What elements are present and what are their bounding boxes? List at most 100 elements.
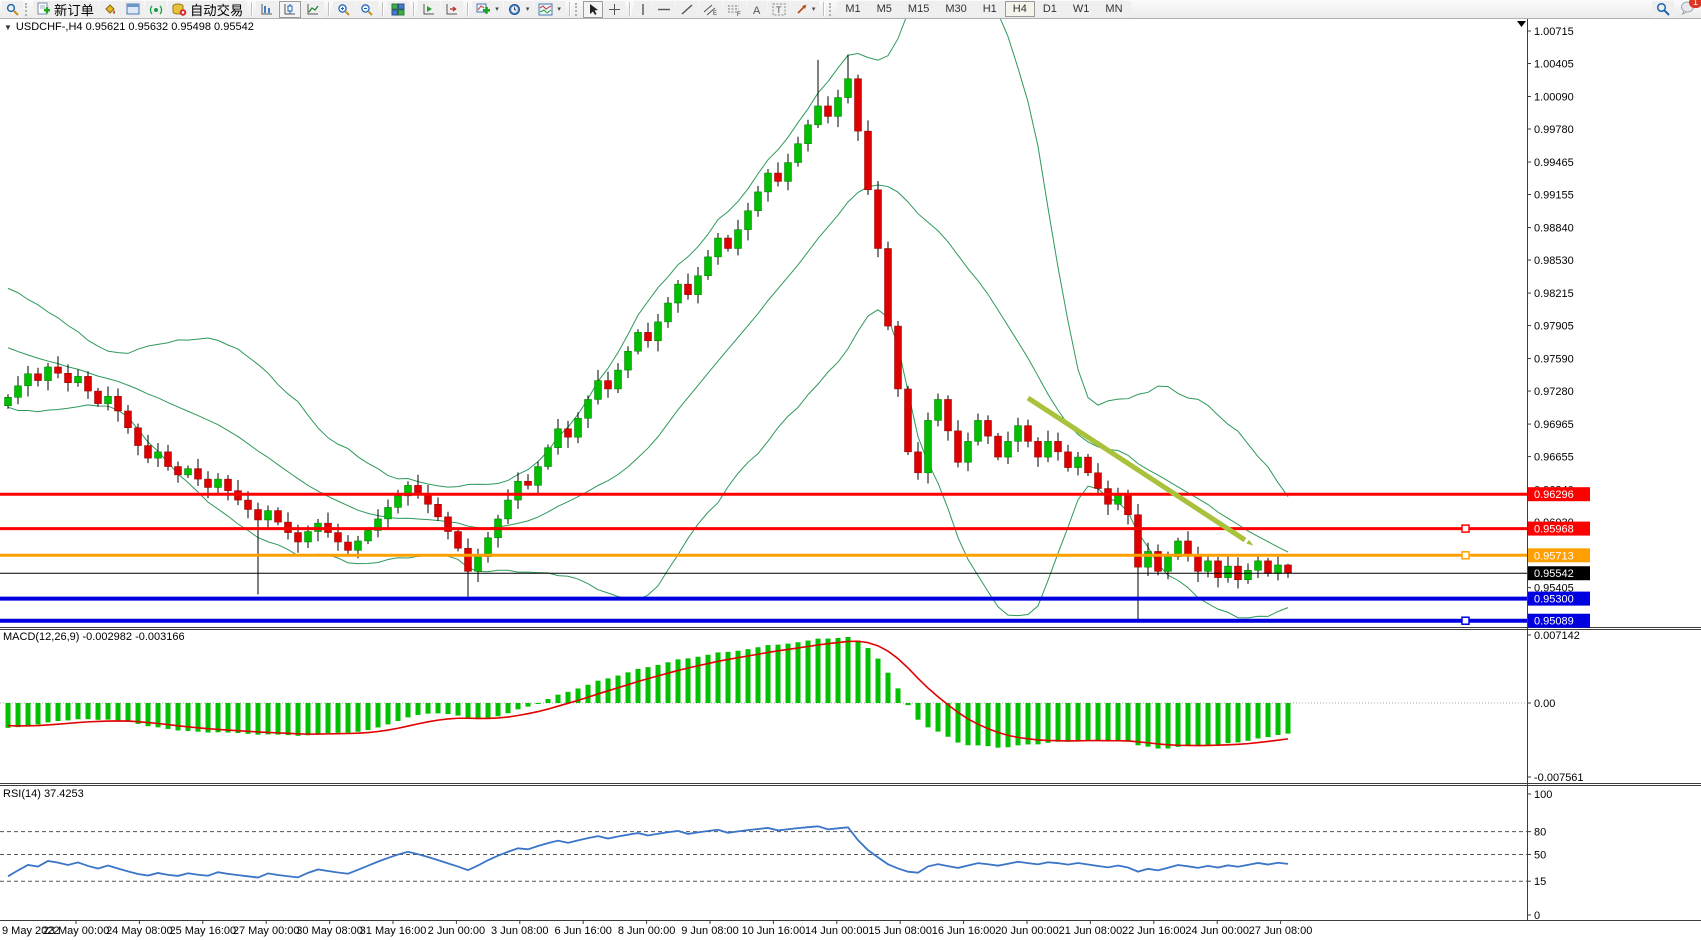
svg-text:-0.007561: -0.007561: [1534, 772, 1584, 784]
toolbar-separator: [569, 2, 570, 16]
svg-text:0.96655: 0.96655: [1534, 452, 1574, 464]
timeframe-button-h4[interactable]: H4: [1005, 1, 1035, 17]
price-tag-0.95968: 0.95968: [1528, 522, 1590, 536]
line-handle[interactable]: [1462, 525, 1469, 532]
timeframe-button-w1[interactable]: W1: [1065, 1, 1098, 17]
price-tag-0.95089: 0.95089: [1528, 614, 1590, 628]
search-icon: [1656, 2, 1670, 16]
toolbar-separator: [413, 2, 414, 16]
cursor-icon: [587, 3, 599, 16]
svg-text:0.98215: 0.98215: [1534, 288, 1574, 300]
toolbar-grip: [25, 3, 29, 16]
indicators-icon: [476, 3, 491, 16]
auto-scroll-button[interactable]: [418, 1, 440, 18]
svg-text:20 Jun 00:00: 20 Jun 00:00: [995, 925, 1059, 937]
svg-text:0.95713: 0.95713: [1534, 550, 1574, 562]
svg-text:1.00715: 1.00715: [1534, 26, 1574, 38]
chat-badge: 1: [1689, 0, 1701, 8]
cursor-tool-button[interactable]: [583, 1, 603, 18]
svg-text:0: 0: [1534, 910, 1540, 922]
trendline-tool-button[interactable]: [676, 1, 698, 18]
svg-text:50: 50: [1534, 850, 1546, 862]
svg-text:27 Jun 08:00: 27 Jun 08:00: [1249, 925, 1313, 937]
horizontal-line-tool-button[interactable]: [653, 1, 675, 18]
line-handle[interactable]: [1462, 552, 1469, 559]
zoom-in-icon: [337, 3, 351, 16]
svg-text:0.96965: 0.96965: [1534, 419, 1574, 431]
symbol-header[interactable]: ▼ USDCHF-,H4 0.95621 0.95632 0.95498 0.9…: [4, 21, 254, 33]
svg-text:6 Jun 16:00: 6 Jun 16:00: [554, 925, 612, 937]
svg-text:8 Jun 00:00: 8 Jun 00:00: [618, 925, 676, 937]
chart-canvas[interactable]: 1.007151.004051.000900.997800.994650.991…: [0, 19, 1701, 940]
trendline-icon: [680, 3, 694, 16]
svg-text:1.00405: 1.00405: [1534, 58, 1574, 70]
autotrading-button[interactable]: 自动交易: [168, 1, 247, 18]
timeframe-button-mn[interactable]: MN: [1097, 1, 1130, 17]
text-tool-button[interactable]: A: [747, 1, 767, 18]
window-icon: [126, 3, 140, 16]
svg-text:0.95968: 0.95968: [1534, 524, 1574, 536]
toolbar-grip: [575, 3, 579, 16]
toolbar-separator: [251, 2, 252, 16]
svg-text:E: E: [713, 11, 717, 16]
channel-tool-button[interactable]: E: [699, 1, 722, 18]
svg-text:0.95300: 0.95300: [1534, 594, 1574, 606]
chart-shift-button[interactable]: [441, 1, 463, 18]
dropdown-caret-icon: ▾: [557, 5, 561, 13]
zoom-in-button[interactable]: [333, 1, 355, 18]
signals-button[interactable]: [145, 1, 167, 18]
svg-text:0.95542: 0.95542: [1534, 568, 1574, 580]
search-button[interactable]: [2, 1, 23, 18]
zoom-out-icon: [360, 3, 374, 16]
svg-text:0.96296: 0.96296: [1534, 489, 1574, 501]
autotrading-label: 自动交易: [190, 0, 243, 19]
new-order-icon: [37, 2, 51, 16]
svg-text:0.95089: 0.95089: [1534, 616, 1574, 628]
svg-text:24 Jun 00:00: 24 Jun 00:00: [1185, 925, 1249, 937]
market-watch-button[interactable]: [122, 1, 144, 18]
bar-chart-mode-button[interactable]: [256, 1, 278, 18]
line-chart-mode-button[interactable]: [302, 1, 324, 18]
fibonacci-icon: F: [727, 3, 742, 16]
timeframe-button-m30[interactable]: M30: [937, 1, 974, 17]
timeframe-button-m15[interactable]: M15: [900, 1, 937, 17]
zoom-out-button[interactable]: [356, 1, 378, 18]
candle-chart-mode-button[interactable]: [279, 1, 301, 18]
svg-text:10 Jun 16:00: 10 Jun 16:00: [742, 925, 806, 937]
toolbar-separator: [328, 2, 329, 16]
svg-text:15: 15: [1534, 876, 1546, 888]
svg-text:0.97905: 0.97905: [1534, 321, 1574, 333]
autotrading-icon: [172, 3, 187, 16]
new-order-label: 新订单: [54, 0, 94, 19]
svg-text:2 Jun 00:00: 2 Jun 00:00: [428, 925, 486, 937]
toolbar-separator: [382, 2, 383, 16]
svg-text:0.99155: 0.99155: [1534, 190, 1574, 202]
crosshair-tool-button[interactable]: [604, 1, 625, 18]
timeframe-button-d1[interactable]: D1: [1035, 1, 1065, 17]
candlestick-icon: [283, 3, 297, 16]
timeframe-button-m1[interactable]: M1: [837, 1, 868, 17]
paint-bucket-icon: [103, 3, 117, 16]
svg-text:0.98530: 0.98530: [1534, 255, 1574, 267]
arrows-tool-button[interactable]: ▾: [791, 1, 820, 18]
timeframe-button-m5[interactable]: M5: [869, 1, 900, 17]
line-handle[interactable]: [1462, 617, 1469, 624]
chat-button[interactable]: 1: [1680, 1, 1695, 18]
new-order-button[interactable]: 新订单: [33, 1, 98, 18]
svg-text:27 May 00:00: 27 May 00:00: [233, 925, 300, 937]
fibonacci-tool-button[interactable]: F: [723, 1, 746, 18]
svg-text:0.99780: 0.99780: [1534, 124, 1574, 136]
templates-button[interactable]: ▾: [534, 1, 565, 18]
equidistant-channel-icon: E: [703, 3, 718, 16]
periods-button[interactable]: ▾: [504, 1, 534, 18]
timeframe-button-h1[interactable]: H1: [975, 1, 1005, 17]
tile-windows-button[interactable]: [387, 1, 409, 18]
price-tag-0.96296: 0.96296: [1528, 487, 1590, 501]
search-right-button[interactable]: [1652, 1, 1674, 18]
styler-button[interactable]: [99, 1, 121, 18]
indicators-button[interactable]: ▾: [472, 1, 503, 18]
dropdown-caret-icon: ▾: [495, 5, 499, 13]
toolbar-separator: [467, 2, 468, 16]
vertical-line-tool-button[interactable]: [634, 1, 652, 18]
text-label-tool-button[interactable]: T: [768, 1, 790, 18]
